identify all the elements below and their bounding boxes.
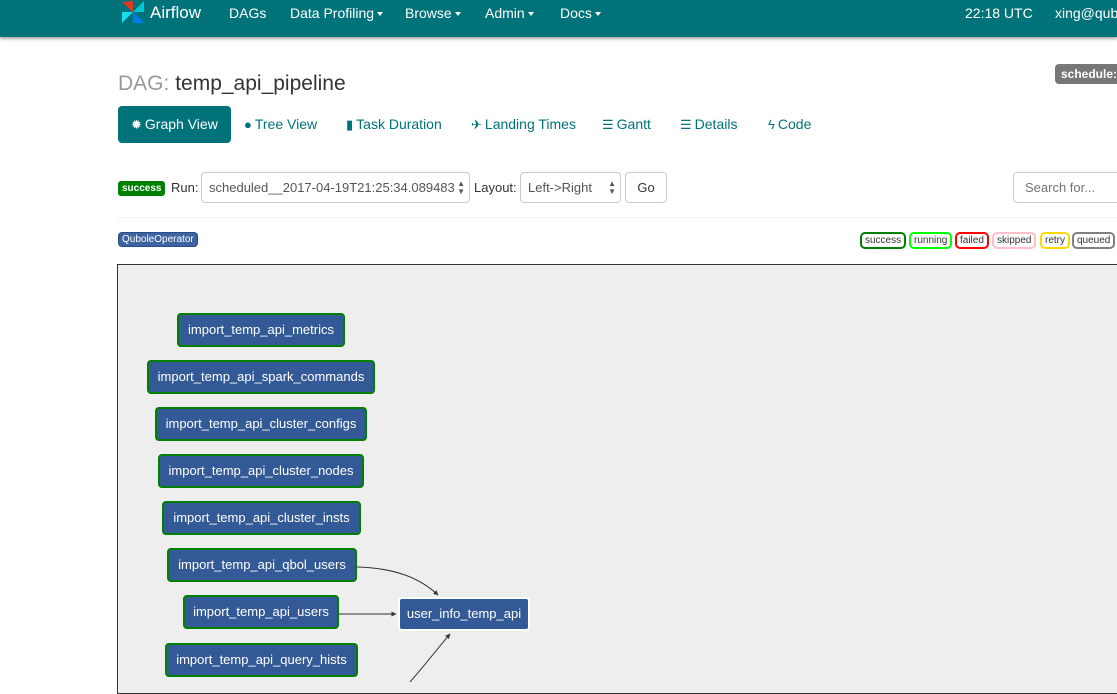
nav-dags[interactable]: DAGs <box>229 0 266 26</box>
task-node[interactable]: import_temp_api_users <box>183 595 339 629</box>
run-state-badge: success <box>118 181 166 196</box>
run-select[interactable]: scheduled__2017-04-19T21:25:34.089483 ▲ ▼ <box>201 172 470 203</box>
nav-data-profiling-label: Data Profiling <box>290 5 375 21</box>
nav-admin[interactable]: Admin <box>485 0 534 26</box>
tab-graph-view[interactable]: ✹ Graph View <box>118 106 231 143</box>
page-title: DAG: temp_api_pipeline <box>118 72 346 96</box>
tab-landing-times-label: Landing Times <box>484 116 576 132</box>
tab-task-duration-label: Task Duration <box>356 116 442 132</box>
nav-docs-label: Docs <box>560 5 592 21</box>
dag-name: temp_api_pipeline <box>175 72 346 95</box>
nav-data-profiling[interactable]: Data Profiling <box>290 0 384 26</box>
legend-queued[interactable]: queued <box>1072 232 1116 249</box>
task-node[interactable]: import_temp_api_spark_commands <box>147 360 375 394</box>
graph-icon: ✹ <box>131 117 142 132</box>
divider <box>118 217 1117 218</box>
nav-browse[interactable]: Browse <box>405 0 461 26</box>
plane-icon: ✈ <box>471 117 482 132</box>
caret-down-icon <box>454 12 461 17</box>
tab-graph-view-label: Graph View <box>144 116 218 132</box>
dag-title-prefix: DAG: <box>118 72 170 95</box>
bar-chart-icon: ▮ <box>346 117 354 132</box>
layout-select[interactable]: Left->Right ▲ ▼ <box>520 172 621 203</box>
user-menu[interactable]: xing@qubo <box>1055 0 1117 26</box>
nav-dags-label: DAGs <box>229 5 267 21</box>
run-label: Run: <box>171 180 199 195</box>
tab-details-label: Details <box>694 116 738 132</box>
task-node[interactable]: import_temp_api_query_hists <box>165 643 358 677</box>
task-node[interactable]: import_temp_api_metrics <box>177 313 345 347</box>
caret-down-icon <box>377 12 384 17</box>
gantt-icon: ☰ <box>602 117 614 132</box>
layout-label: Layout: <box>474 180 517 195</box>
go-button[interactable]: Go <box>625 172 667 203</box>
caret-down-icon <box>594 12 601 17</box>
tab-tree-view[interactable]: ● Tree View <box>244 106 317 143</box>
task-node[interactable]: import_temp_api_cluster_nodes <box>158 454 364 488</box>
tab-gantt-label: Gantt <box>616 116 651 132</box>
list-icon: ☰ <box>680 117 692 132</box>
top-navbar: Airflow DAGs Data Profiling Browse Admin… <box>0 0 1117 37</box>
select-arrows-icon: ▲ ▼ <box>457 178 465 196</box>
task-node[interactable]: import_temp_api_cluster_insts <box>162 501 361 535</box>
tab-landing-times[interactable]: ✈ Landing Times <box>471 106 576 143</box>
run-select-value: scheduled__2017-04-19T21:25:34.089483 <box>209 180 455 195</box>
tab-code-label: Code <box>777 116 812 132</box>
task-node-user-info[interactable]: user_info_temp_api <box>398 597 530 631</box>
tab-gantt[interactable]: ☰ Gantt <box>602 106 651 143</box>
select-arrows-icon: ▲ ▼ <box>608 178 616 196</box>
nav-admin-label: Admin <box>485 5 525 21</box>
tab-task-duration[interactable]: ▮ Task Duration <box>346 106 442 143</box>
legend-retry[interactable]: retry <box>1040 232 1070 249</box>
caret-down-icon <box>527 12 534 17</box>
tab-tree-view-label: Tree View <box>254 116 318 132</box>
layout-select-value: Left->Right <box>528 180 592 195</box>
legend-success[interactable]: success <box>860 232 907 249</box>
tree-icon: ● <box>244 117 252 132</box>
tab-code[interactable]: ϟ Code <box>768 106 811 143</box>
tab-details[interactable]: ☰ Details <box>680 106 737 143</box>
airflow-brand[interactable]: Airflow <box>118 0 201 26</box>
nav-docs[interactable]: Docs <box>560 0 601 26</box>
task-node[interactable]: import_temp_api_qbol_users <box>167 548 357 582</box>
legend-running[interactable]: running <box>909 232 953 249</box>
flash-icon: ϟ <box>768 117 775 132</box>
search-input[interactable] <box>1013 172 1117 203</box>
nav-browse-label: Browse <box>405 5 452 21</box>
legend-failed[interactable]: failed <box>955 232 989 249</box>
brand-label: Airflow <box>150 3 202 22</box>
pinwheel-icon <box>122 0 144 23</box>
task-node[interactable]: import_temp_api_cluster_configs <box>155 407 367 441</box>
schedule-badge: schedule: <box>1055 64 1117 84</box>
legend-skipped[interactable]: skipped <box>992 232 1037 249</box>
operator-tag: QuboleOperator <box>118 232 198 247</box>
server-time: 22:18 UTC <box>965 5 1033 21</box>
